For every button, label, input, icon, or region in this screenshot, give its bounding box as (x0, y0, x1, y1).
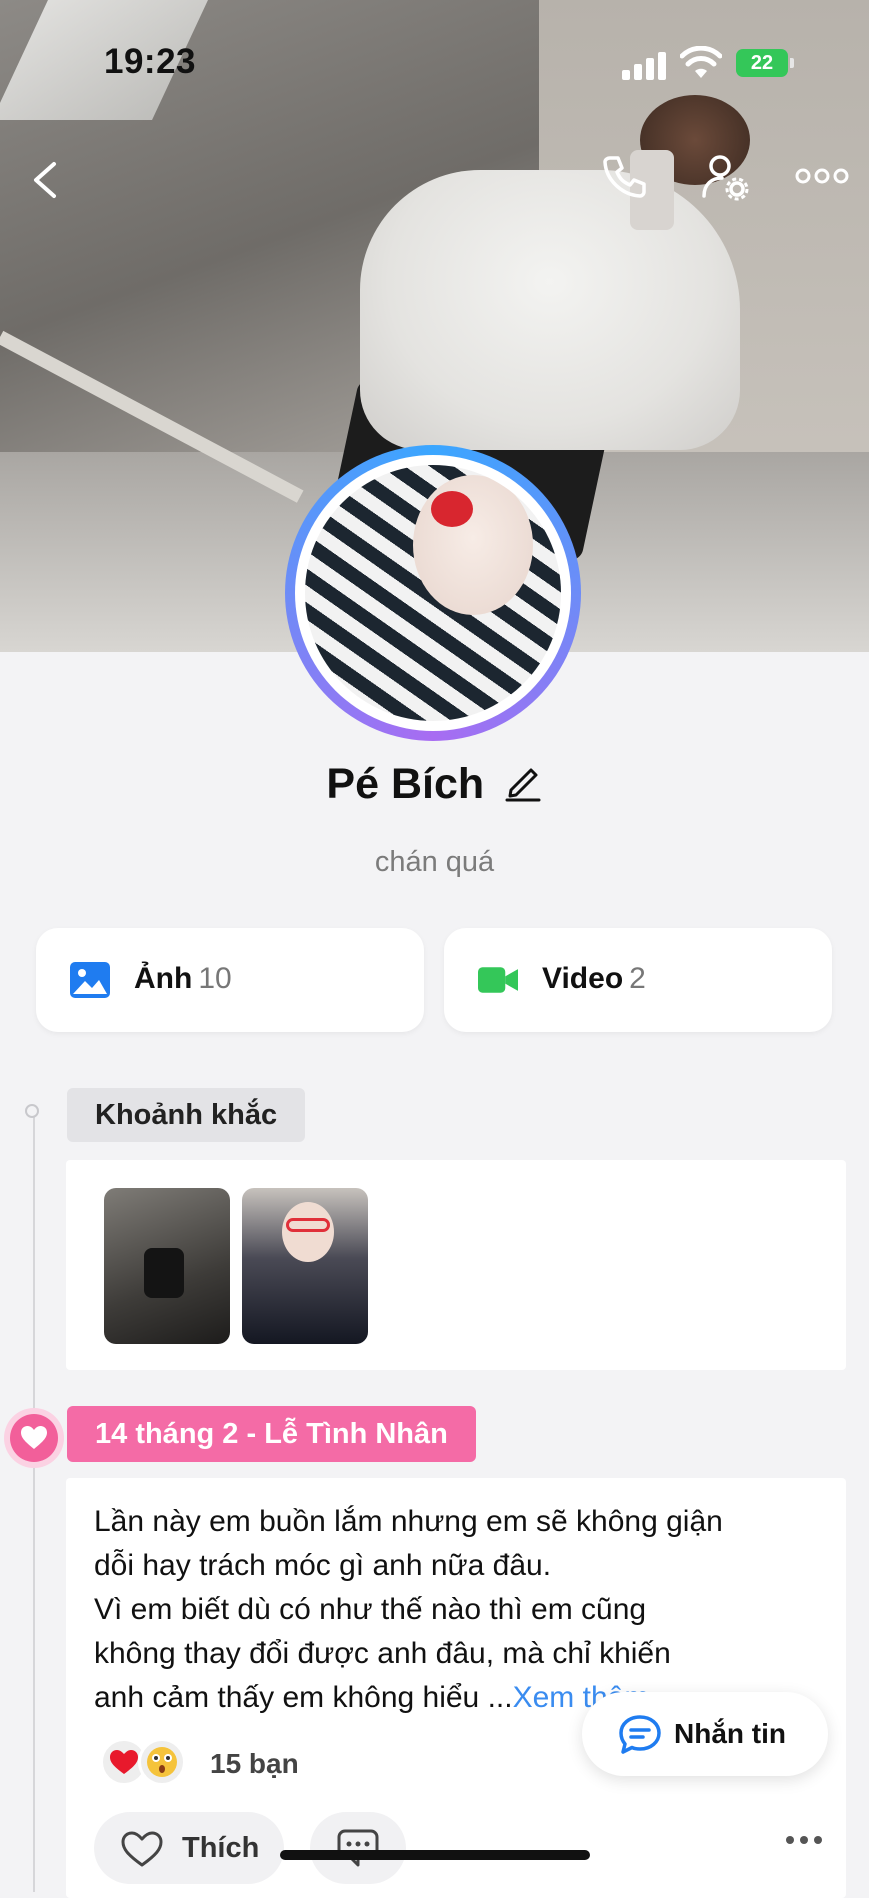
moments-tag: Khoảnh khắc (67, 1088, 306, 1142)
profile-name: Pé Bích (326, 760, 485, 808)
videos-label: Video 2 (542, 962, 646, 996)
chevron-left-icon[interactable] (30, 160, 60, 200)
heart-icon (21, 1426, 47, 1449)
avatar-face (413, 475, 533, 615)
battery-indicator: 22 (736, 49, 794, 77)
timeline-dot (25, 1104, 39, 1118)
moment-thumbnail-figure (144, 1248, 184, 1298)
post-more-icon[interactable] (784, 1834, 824, 1846)
comment-button[interactable] (310, 1812, 406, 1884)
photos-button[interactable]: Ảnh 10 (36, 928, 424, 1032)
avatar[interactable] (285, 445, 581, 741)
heart-outline-icon (121, 1831, 163, 1867)
comment-icon (337, 1829, 379, 1867)
moment-thumbnail-face (282, 1202, 334, 1262)
message-button[interactable]: Nhắn tin (582, 1692, 828, 1776)
more-horizontal-icon[interactable] (795, 165, 849, 187)
image-icon (70, 962, 110, 998)
user-gear-icon[interactable] (700, 152, 750, 202)
moment-thumbnail[interactable] (104, 1188, 230, 1344)
moment-thumbnail-glasses (286, 1218, 330, 1232)
timeline-line (33, 1112, 35, 1892)
photos-count: 10 (198, 962, 232, 995)
heart-badge (10, 1414, 58, 1462)
avatar-heart-sticker (431, 491, 473, 527)
avatar-border (295, 455, 571, 731)
profile-bio: chán quá (374, 846, 495, 878)
videos-button[interactable]: Video 2 (444, 928, 832, 1032)
videos-label-text: Video (542, 962, 624, 995)
pencil-icon[interactable] (503, 762, 543, 802)
message-label: Nhắn tin (674, 1718, 786, 1749)
post-text[interactable]: Lần này em buồn lắm nhưng em sẽ không gi… (94, 1500, 834, 1720)
post-card: Lần này em buồn lắm nhưng em sẽ không gi… (66, 1478, 846, 1898)
chat-bubble-icon (619, 1715, 661, 1754)
profile-name-row: Pé Bích (0, 760, 869, 809)
home-indicator[interactable] (280, 1850, 590, 1860)
photos-label-text: Ảnh (134, 962, 193, 995)
video-camera-icon (478, 967, 518, 993)
cover-figure-jacket (360, 170, 740, 450)
wifi-icon (680, 46, 722, 78)
moment-thumbnail[interactable] (242, 1188, 368, 1344)
reaction-count: 15 bạn (210, 1748, 299, 1779)
status-bar: 19:23 22 (0, 0, 869, 120)
like-button[interactable]: Thích (94, 1812, 284, 1884)
photos-label: Ảnh 10 (134, 962, 232, 996)
phone-icon[interactable] (600, 152, 648, 200)
wow-reaction-icon (138, 1738, 186, 1786)
event-tag: 14 tháng 2 - Lễ Tình Nhân (67, 1406, 476, 1462)
videos-count: 2 (629, 962, 646, 995)
like-label: Thích (182, 1832, 260, 1864)
avatar-photo (305, 465, 561, 721)
moments-card (66, 1160, 846, 1370)
status-time: 19:23 (104, 42, 197, 81)
signal-icon (622, 50, 668, 80)
